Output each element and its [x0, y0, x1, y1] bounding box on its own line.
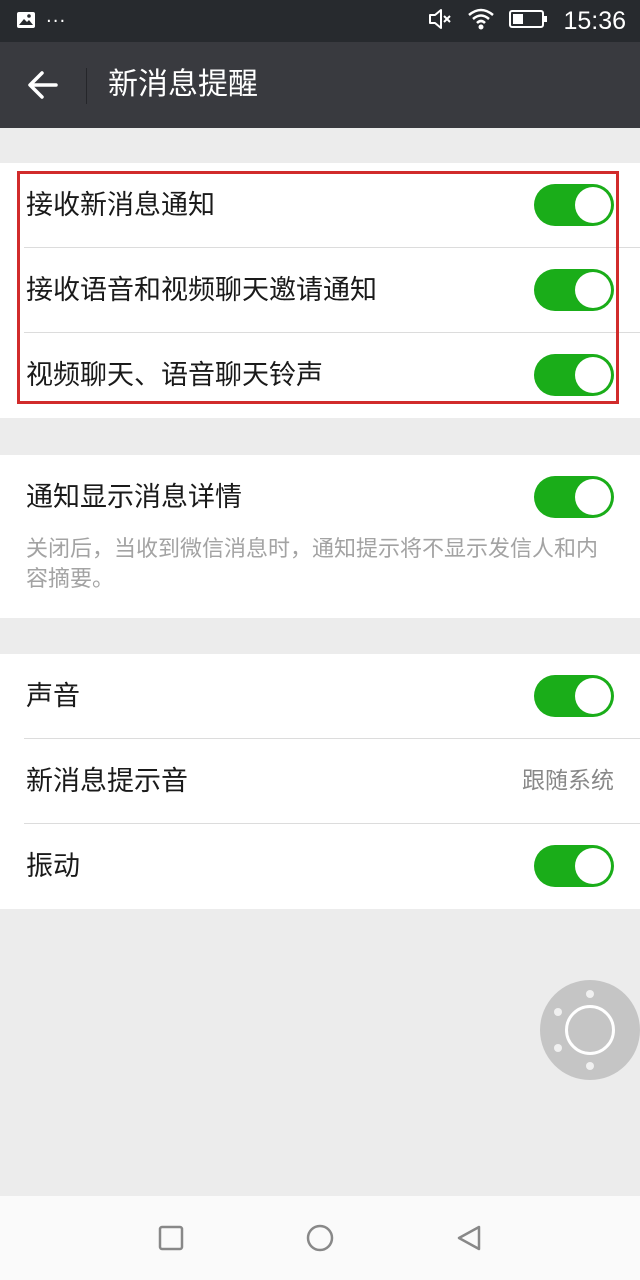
dot-icon — [586, 990, 594, 998]
toggle-knob — [575, 678, 611, 714]
setting-row-show-details[interactable]: 通知显示消息详情 — [0, 455, 640, 540]
setting-row-call-ringtone[interactable]: 视频聊天、语音聊天铃声 — [0, 333, 640, 418]
notification-tone-value: 跟随系统 — [522, 768, 614, 794]
setting-row-receive-notifications[interactable]: 接收新消息通知 — [0, 163, 640, 248]
recent-apps-icon[interactable] — [149, 1216, 193, 1260]
setting-row-call-invitations[interactable]: 接收语音和视频聊天邀请通知 — [0, 248, 640, 333]
battery-icon — [509, 9, 549, 33]
mute-icon — [427, 7, 453, 35]
settings-group-sound: 声音 新消息提示音 跟随系统 振动 — [0, 654, 640, 909]
toggle-knob — [575, 848, 611, 884]
setting-label: 视频聊天、语音聊天铃声 — [26, 360, 323, 391]
toggle-knob — [575, 479, 611, 515]
home-icon[interactable] — [298, 1216, 342, 1260]
system-nav-bar — [0, 1196, 640, 1280]
setting-label: 振动 — [26, 851, 80, 882]
setting-row-sound[interactable]: 声音 — [0, 654, 640, 739]
status-right: 15:36 — [427, 4, 626, 38]
setting-label: 接收语音和视频聊天邀请通知 — [26, 275, 377, 306]
status-bar: ··· 15:36 — [0, 0, 640, 42]
call-ringtone-toggle[interactable] — [534, 354, 614, 396]
setting-description: 关闭后，当收到微信消息时，通知提示将不显示发信人和内容摘要。 — [26, 537, 599, 592]
back-arrow-icon[interactable] — [20, 62, 66, 108]
setting-label: 声音 — [26, 681, 80, 712]
app-bar-divider — [86, 68, 87, 104]
vibration-toggle[interactable] — [534, 845, 614, 887]
call-invitations-toggle[interactable] — [534, 269, 614, 311]
setting-label: 新消息提示音 — [26, 766, 188, 797]
setting-row-vibration[interactable]: 振动 — [0, 824, 640, 909]
toggle-knob — [575, 187, 611, 223]
setting-row-notification-tone[interactable]: 新消息提示音 跟随系统 — [0, 739, 640, 824]
dot-icon — [554, 1044, 562, 1052]
dot-icon — [554, 1008, 562, 1016]
app-bar: 新消息提醒 — [0, 42, 640, 128]
more-dots-icon: ··· — [46, 11, 67, 32]
page-title: 新消息提醒 — [108, 67, 258, 102]
sound-toggle[interactable] — [534, 675, 614, 717]
wifi-icon — [467, 7, 495, 35]
settings-group-notifications: 接收新消息通知 接收语音和视频聊天邀请通知 视频聊天、语音聊天铃声 — [0, 163, 640, 418]
back-triangle-icon[interactable] — [447, 1216, 491, 1260]
toggle-knob — [575, 357, 611, 393]
floating-assistive-button[interactable] — [540, 980, 640, 1080]
receive-notifications-toggle[interactable] — [534, 184, 614, 226]
toggle-knob — [575, 272, 611, 308]
image-icon — [16, 10, 36, 34]
setting-label: 接收新消息通知 — [26, 190, 215, 221]
settings-group-details: 通知显示消息详情 关闭后，当收到微信消息时，通知提示将不显示发信人和内容摘要。 — [0, 455, 640, 618]
show-details-toggle[interactable] — [534, 476, 614, 518]
ring-icon — [565, 1005, 615, 1055]
setting-label: 通知显示消息详情 — [26, 482, 242, 513]
status-left: ··· — [16, 10, 66, 34]
dot-icon — [586, 1062, 594, 1070]
clock: 15:36 — [563, 6, 626, 35]
